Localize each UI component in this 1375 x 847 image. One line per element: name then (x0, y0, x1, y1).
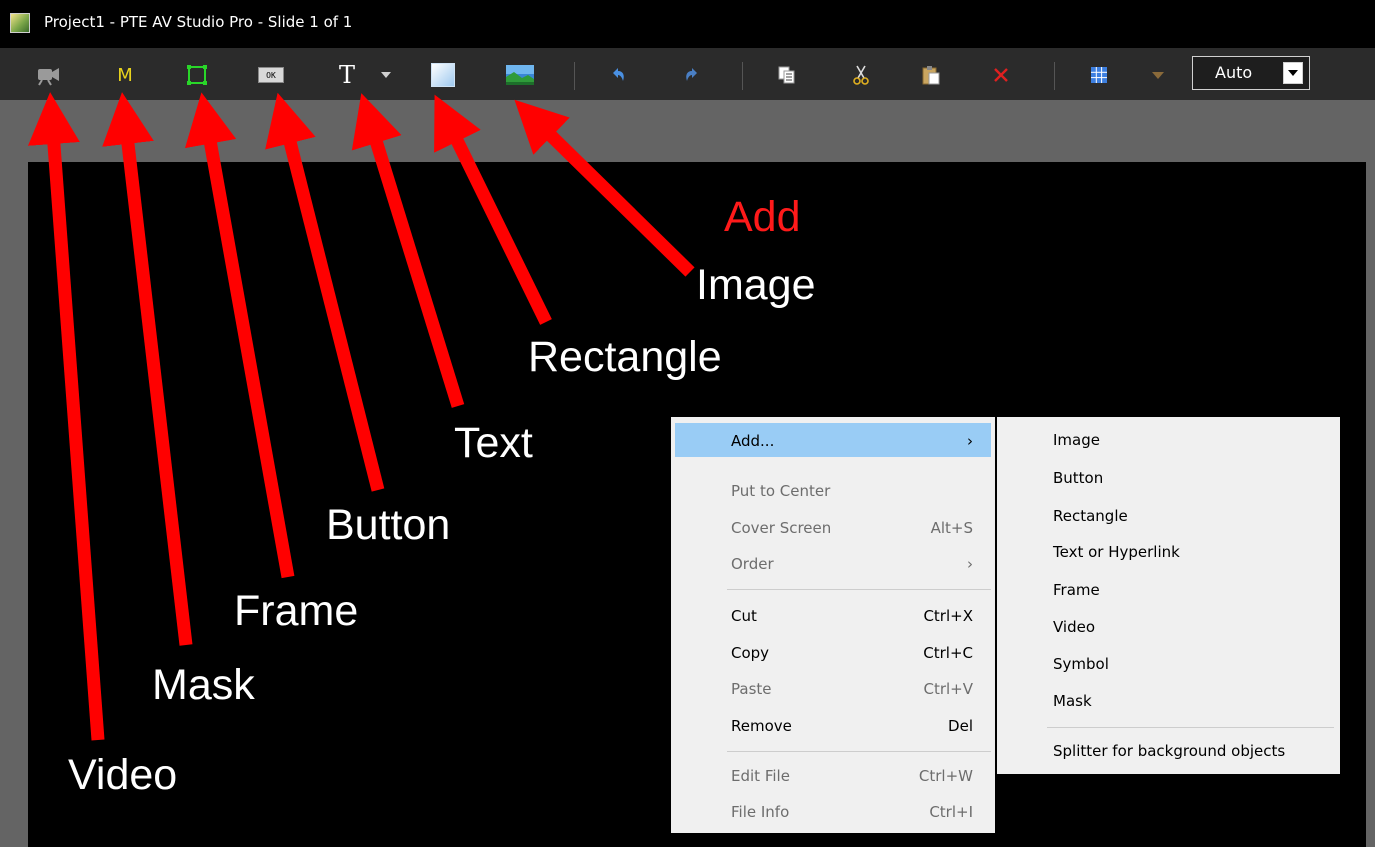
arrow-button (265, 92, 385, 492)
submenu-item-mask[interactable]: Mask (1053, 692, 1092, 710)
annotation-frame: Frame (234, 587, 359, 635)
submenu-item-text-or-hyperlink[interactable]: Text or Hyperlink (1053, 543, 1180, 561)
menu-item-cut[interactable]: Cut Ctrl+X (675, 598, 991, 632)
menu-item-copy[interactable]: Copy Ctrl+C (675, 635, 991, 669)
menu-item-edit-file[interactable]: Edit File Ctrl+W (675, 758, 991, 792)
arrow-mask (102, 92, 193, 646)
menu-item-remove[interactable]: Remove Del (675, 708, 991, 742)
annotation-button: Button (326, 501, 451, 549)
submenu-item-symbol[interactable]: Symbol (1053, 655, 1109, 673)
chevron-right-icon: › (967, 555, 973, 573)
annotation-add: Add (724, 193, 801, 241)
chevron-right-icon: › (967, 432, 973, 450)
submenu-item-video[interactable]: Video (1053, 618, 1095, 636)
submenu-item-splitter[interactable]: Splitter for background objects (1053, 742, 1285, 760)
submenu-divider (1047, 727, 1334, 728)
annotation-image: Image (696, 261, 816, 309)
submenu-item-frame[interactable]: Frame (1053, 581, 1100, 599)
submenu-item-button[interactable]: Button (1053, 469, 1103, 487)
arrow-text (351, 93, 465, 408)
annotation-mask: Mask (152, 661, 255, 709)
menu-item-put-to-center[interactable]: Put to Center (675, 473, 991, 507)
arrow-image (514, 99, 695, 277)
arrow-video (27, 92, 105, 741)
menu-item-file-info[interactable]: File Info Ctrl+I (675, 794, 991, 828)
menu-item-add[interactable]: Add... › (675, 423, 991, 457)
menu-divider (727, 589, 991, 590)
submenu-item-image[interactable]: Image (1053, 431, 1100, 449)
submenu-item-rectangle[interactable]: Rectangle (1053, 507, 1128, 525)
annotation-video: Video (68, 751, 178, 799)
annotation-rectangle: Rectangle (528, 333, 722, 381)
menu-item-order[interactable]: Order › (675, 546, 991, 580)
context-menu: Add... › Put to Center Cover Screen Alt+… (671, 417, 995, 833)
arrow-rectangle (434, 94, 552, 325)
arrow-frame (184, 92, 295, 579)
menu-item-paste[interactable]: Paste Ctrl+V (675, 671, 991, 705)
menu-divider (727, 751, 991, 752)
add-submenu: Image Button Rectangle Text or Hyperlink… (997, 417, 1340, 774)
menu-item-cover-screen[interactable]: Cover Screen Alt+S (675, 510, 991, 544)
annotation-text: Text (454, 419, 533, 467)
